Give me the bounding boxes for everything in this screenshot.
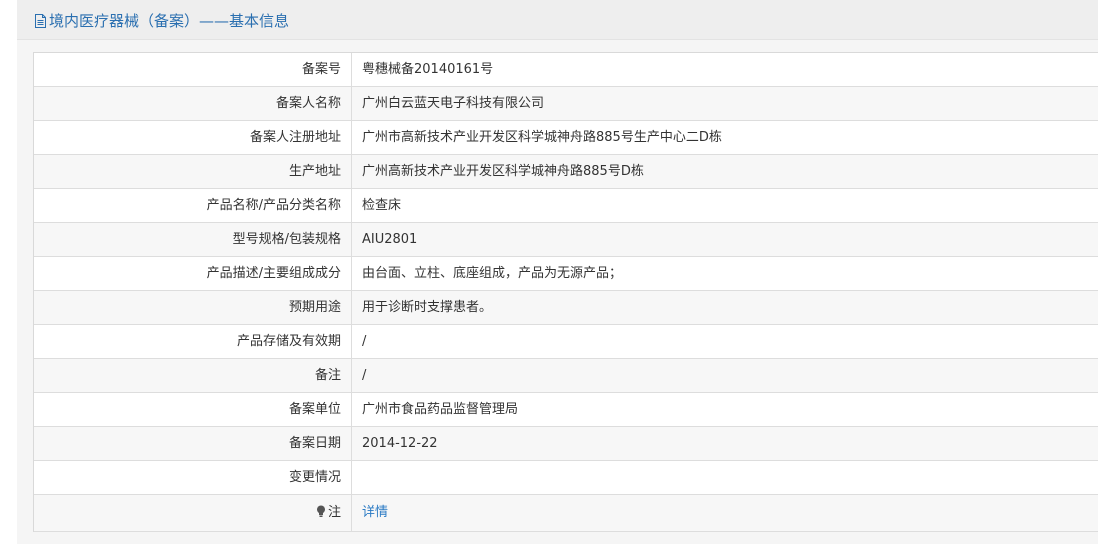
- row-value: 广州高新技术产业开发区科学城神舟路885号D栋: [362, 164, 644, 179]
- row-label: 预期用途: [34, 291, 352, 324]
- table-row: 备注 /: [34, 359, 1098, 393]
- table-row: 备案人名称 广州白云蓝天电子科技有限公司: [34, 87, 1098, 121]
- table-row: 型号规格/包装规格 AIU2801: [34, 223, 1098, 257]
- document-icon: [35, 14, 46, 28]
- note-value: 详情: [352, 495, 1098, 531]
- row-value: AIU2801: [362, 232, 418, 247]
- note-row: 注 详情: [34, 495, 1098, 532]
- table-row: 变更情况: [34, 461, 1098, 495]
- note-label-text: 注: [327, 505, 341, 520]
- row-value: 2014-12-22: [362, 436, 438, 451]
- page-title: 境内医疗器械（备案）——基本信息: [34, 11, 289, 31]
- row-value: /: [362, 368, 367, 383]
- row-value: 广州市食品药品监督管理局: [362, 402, 519, 417]
- row-label: 备案人名称: [34, 87, 352, 120]
- row-label: 产品名称/产品分类名称: [34, 189, 352, 222]
- row-label: 生产地址: [34, 155, 352, 188]
- table-row: 产品描述/主要组成成分 由台面、立柱、底座组成，产品为无源产品；: [34, 257, 1098, 291]
- row-value: 由台面、立柱、底座组成，产品为无源产品；: [362, 266, 623, 281]
- table-row: 产品名称/产品分类名称 检查床: [34, 189, 1098, 223]
- row-label: 备案日期: [34, 427, 352, 460]
- table-row: 备案日期 2014-12-22: [34, 427, 1098, 461]
- row-label: 备案单位: [34, 393, 352, 426]
- table-row: 生产地址 广州高新技术产业开发区科学城神舟路885号D栋: [34, 155, 1098, 189]
- table-row: 预期用途 用于诊断时支撑患者。: [34, 291, 1098, 325]
- info-table: 备案号 粤穗械备20140161号 备案人名称 广州白云蓝天电子科技有限公司 备…: [33, 52, 1098, 532]
- row-value: 粤穗械备20140161号: [362, 62, 494, 77]
- note-label: 注: [34, 495, 352, 531]
- row-label: 型号规格/包装规格: [34, 223, 352, 256]
- detail-panel: 境内医疗器械（备案）——基本信息 备案号 粤穗械备20140161号 备案人名称…: [17, 0, 1098, 544]
- row-value: 用于诊断时支撑患者。: [362, 300, 493, 315]
- page-title-text: 境内医疗器械（备案）——基本信息: [49, 12, 290, 30]
- table-row: 产品存储及有效期 /: [34, 325, 1098, 359]
- row-value: 广州白云蓝天电子科技有限公司: [362, 96, 545, 111]
- row-label: 备案号: [34, 53, 352, 86]
- row-value: /: [362, 334, 367, 349]
- lightbulb-icon: [316, 505, 325, 517]
- row-label: 变更情况: [34, 461, 352, 494]
- table-row: 备案人注册地址 广州市高新技术产业开发区科学城神舟路885号生产中心二D栋: [34, 121, 1098, 155]
- row-label: 备注: [34, 359, 352, 392]
- row-value: [352, 461, 1098, 494]
- row-label: 备案人注册地址: [34, 121, 352, 154]
- row-label: 产品存储及有效期: [34, 325, 352, 358]
- details-link[interactable]: 详情: [362, 505, 388, 520]
- row-label: 产品描述/主要组成成分: [34, 257, 352, 290]
- panel-header: 境内医疗器械（备案）——基本信息: [17, 0, 1098, 40]
- table-row: 备案单位 广州市食品药品监督管理局: [34, 393, 1098, 427]
- row-value: 广州市高新技术产业开发区科学城神舟路885号生产中心二D栋: [362, 130, 722, 145]
- row-value: 检查床: [362, 198, 402, 213]
- table-row: 备案号 粤穗械备20140161号: [34, 53, 1098, 87]
